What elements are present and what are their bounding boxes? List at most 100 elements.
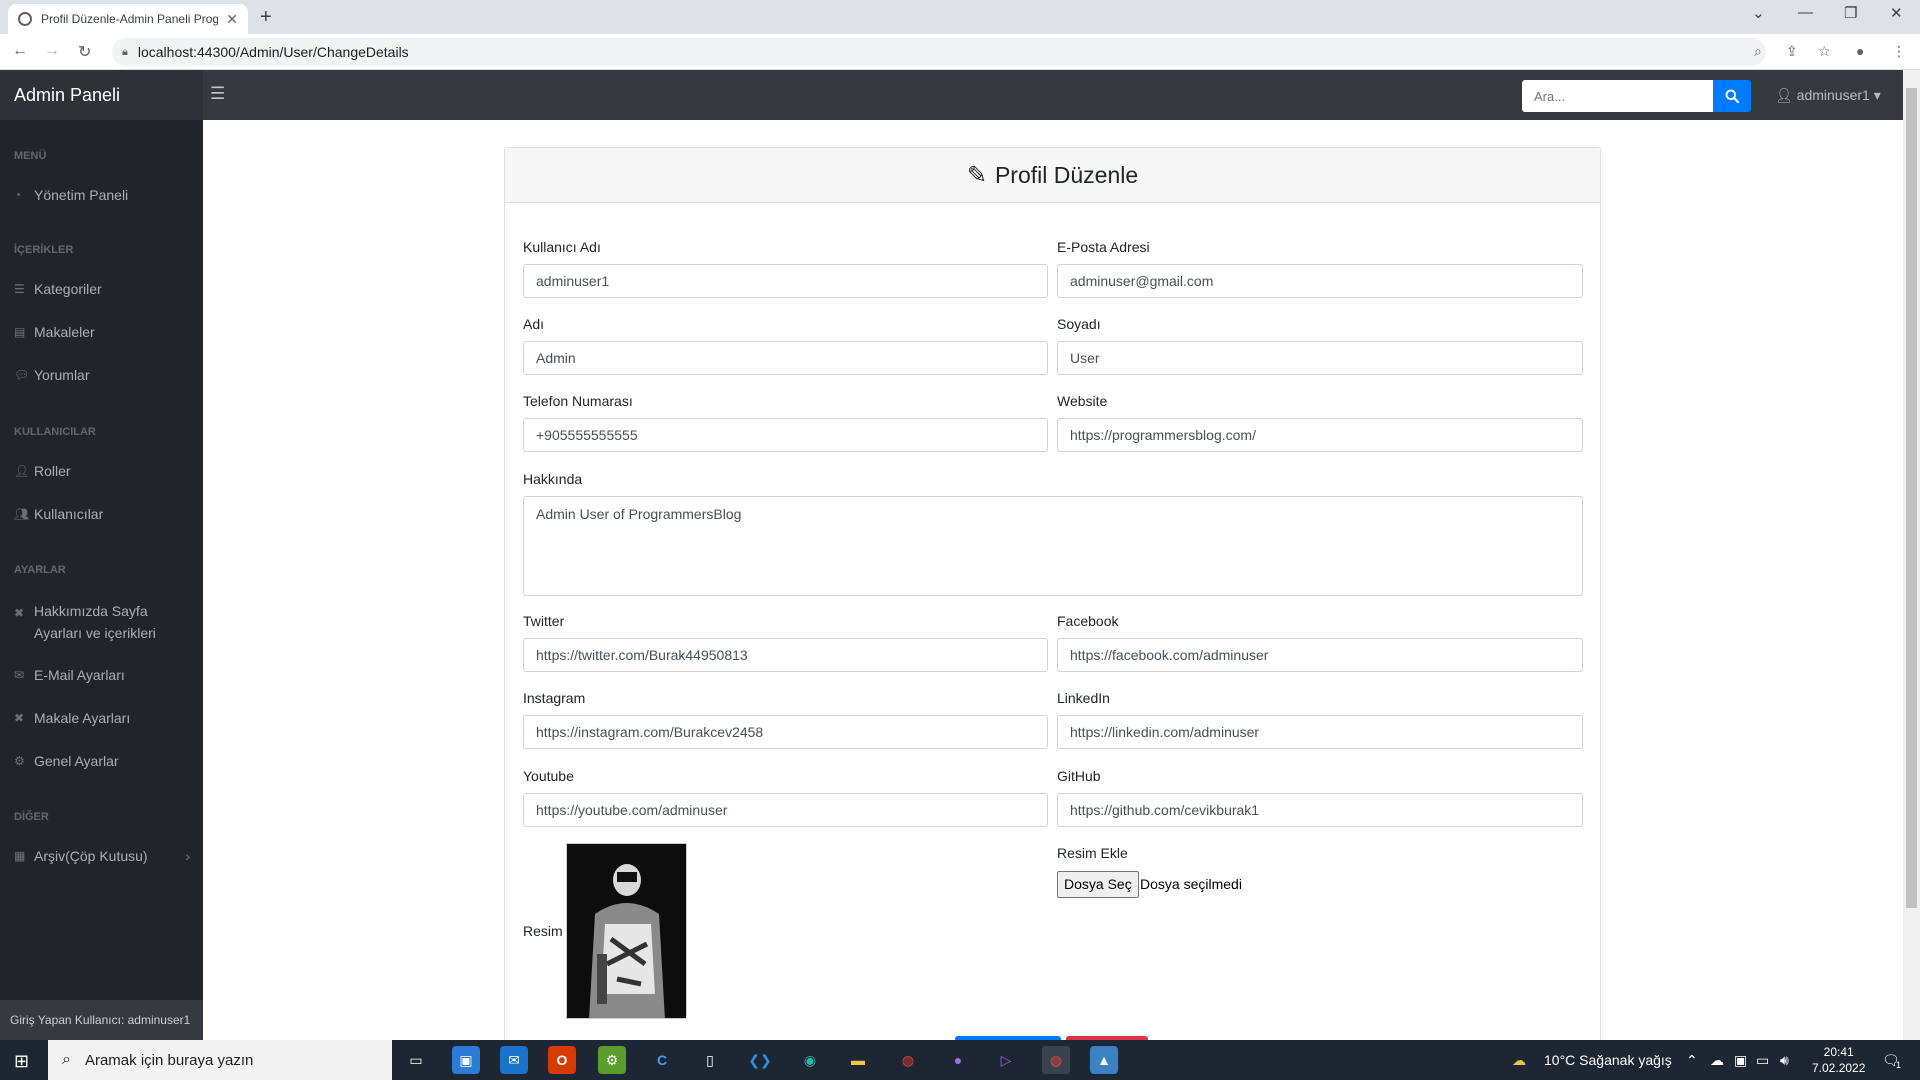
onedrive-icon[interactable]: ☁ (1710, 1052, 1724, 1069)
edit-icon: ✎ (966, 161, 987, 189)
instagram-input[interactable]: https://instagram.com/Burakcev2458 (523, 715, 1048, 749)
user-dropdown[interactable]: 👤︎ adminuser1 ▾ (1775, 87, 1881, 104)
browser-tab[interactable]: Profil Düzenle-Admin Paneli Prog ✕ (8, 4, 248, 34)
search-input[interactable] (1522, 80, 1714, 112)
github-icon[interactable]: ● (944, 1046, 972, 1074)
facebook-input[interactable]: https://facebook.com/adminuser (1057, 638, 1583, 672)
github-input[interactable]: https://github.com/cevikburak1 (1057, 793, 1583, 827)
sidebar-item-roles[interactable]: 👤︎ Roller (14, 460, 194, 482)
chrome-icon[interactable]: ◍ (894, 1046, 922, 1074)
list-icon: ☰ (14, 282, 25, 296)
taskbar-search[interactable]: ⌕ Aramak için buraya yazın (48, 1040, 392, 1080)
sidebar-item-users[interactable]: 👥︎ Kullanıcılar (14, 503, 194, 525)
sidebar-toggle-icon[interactable]: ☰ (210, 84, 225, 104)
sidebar-heading-menu: MENÜ (14, 150, 47, 162)
scrollbar-thumb[interactable] (1906, 88, 1917, 908)
sidebar-item-articles[interactable]: ▤ Makaleler (14, 321, 194, 343)
users-icon: 👥︎ (14, 507, 30, 521)
choose-file-button[interactable]: Dosya Seç (1057, 871, 1139, 898)
sidebar-item-dashboard[interactable]: ◔ Yönetim Paneli (14, 184, 194, 206)
twitter-input[interactable]: https://twitter.com/Burak44950813 (523, 638, 1048, 672)
user-tag-icon: 👤︎ (14, 464, 30, 478)
file-status-text: Dosya seçilmedi (1140, 876, 1242, 892)
windows-start-icon[interactable]: ⊞ (14, 1051, 29, 1072)
phone-input[interactable]: +905555555555 (523, 418, 1048, 452)
archive-icon: ▦ (14, 849, 26, 863)
chrome-active-icon[interactable]: ◍ (1042, 1046, 1070, 1074)
sidebar-item-label: Makaleler (34, 324, 95, 340)
sidebar-item-email-settings[interactable]: ✉ E-Mail Ayarları (14, 664, 194, 686)
sidebar-item-label: Yönetim Paneli (34, 187, 129, 203)
weather-text[interactable]: 10°C Sağanak yağış (1544, 1052, 1672, 1068)
first-name-input[interactable]: Admin (523, 341, 1048, 375)
back-icon[interactable]: ← (12, 42, 28, 60)
windows-taskbar: ⊞ ⌕ Aramak için buraya yazın ▭ ▣ ✉ O ⚙ C… (0, 1040, 1920, 1080)
tab-close-icon[interactable]: ✕ (226, 11, 238, 28)
sidebar-heading-settings: AYARLAR (14, 564, 66, 576)
edge-icon[interactable]: ◉ (796, 1046, 824, 1074)
tray-chevron-icon[interactable]: ⌃ (1686, 1052, 1698, 1069)
volume-icon[interactable]: 🔊︎ (1780, 1052, 1789, 1069)
page-scrollbar[interactable] (1903, 70, 1920, 1040)
comments-icon: 💬︎ (14, 368, 30, 382)
sidebar-item-label: Makale Ayarları (34, 710, 131, 726)
bookmark-star-icon[interactable]: ☆ (1818, 43, 1831, 60)
vscode-icon[interactable]: ❮❯ (746, 1046, 774, 1074)
sidebar-item-article-settings[interactable]: ✖ Makale Ayarları (14, 707, 194, 729)
sidebar-item-general-settings[interactable]: ⚙ Genel Ayarlar (14, 750, 194, 772)
mail-icon[interactable]: ✉ (500, 1046, 528, 1074)
profile-picture-image (567, 844, 686, 1018)
address-bar[interactable]: 🔒︎ localhost:44300/Admin/User/ChangeDeta… (112, 38, 1766, 66)
reload-icon[interactable]: ↻ (78, 42, 91, 62)
tools-icon: ✖ (14, 606, 25, 620)
website-input[interactable]: https://programmersblog.com/ (1057, 418, 1583, 452)
network-icon[interactable]: ▭ (1756, 1052, 1769, 1069)
linkedin-input[interactable]: https://linkedin.com/adminuser (1057, 715, 1583, 749)
clock[interactable]: 20:41 7.02.2022 (1812, 1044, 1865, 1076)
explorer-icon[interactable]: ▬ (844, 1046, 872, 1074)
username-input[interactable]: adminuser1 (523, 264, 1048, 298)
share-icon[interactable]: ⇪ (1786, 43, 1798, 60)
lock-icon[interactable]: 🔒︎ (122, 46, 128, 59)
last-name-label: Soyadı (1057, 316, 1101, 332)
profile-icon[interactable]: ● (1856, 43, 1864, 59)
visual-studio-icon[interactable]: ▷ (992, 1046, 1020, 1074)
new-tab-button[interactable]: + (260, 6, 272, 29)
twitter-label: Twitter (523, 613, 565, 629)
sidebar-item-comments[interactable]: 💬︎ Yorumlar (14, 364, 194, 386)
menu-kebab-icon[interactable]: ⋮ (1892, 43, 1906, 60)
restore-icon[interactable]: ❐ (1844, 4, 1857, 22)
card-header: ✎ Profil Düzenle (505, 148, 1600, 203)
ccleaner-icon[interactable]: C (648, 1046, 676, 1074)
linkedin-label: LinkedIn (1057, 690, 1110, 706)
office-icon[interactable]: O (548, 1046, 576, 1074)
taskbar-search-placeholder: Aramak için buraya yazın (84, 1051, 254, 1069)
github-label: GitHub (1057, 768, 1101, 784)
forward-icon[interactable]: → (44, 42, 60, 60)
app-tray-icon[interactable]: ▣ (1734, 1052, 1747, 1069)
last-name-input[interactable]: User (1057, 341, 1583, 375)
about-textarea[interactable]: Admin User of ProgrammersBlog (523, 496, 1583, 596)
youtube-input[interactable]: https://youtube.com/adminuser (523, 793, 1048, 827)
sidebar-item-about-settings[interactable]: ✖ Hakkımızda Sayfa Ayarları ve içerikler… (14, 600, 194, 644)
website-label: Website (1057, 393, 1108, 409)
store-icon[interactable]: ▣ (452, 1046, 480, 1074)
search-button[interactable] (1713, 80, 1751, 112)
close-window-icon[interactable]: ✕ (1890, 4, 1903, 22)
username-label: Kullanıcı Adı (523, 239, 601, 255)
photos-icon[interactable]: ▲ (1090, 1046, 1118, 1074)
sidebar-item-categories[interactable]: ☰ Kategoriler (14, 278, 194, 300)
task-view-icon[interactable]: ▭ (402, 1046, 430, 1074)
file-icon[interactable]: ▯ (696, 1046, 724, 1074)
zoom-icon[interactable]: ⌕ (1754, 43, 1762, 60)
sidebar-heading-contents: İÇERİKLER (14, 244, 74, 256)
weather-icon[interactable]: ☁ (1512, 1052, 1526, 1069)
app-icon[interactable]: ⚙ (598, 1046, 626, 1074)
sidebar-item-archive[interactable]: ▦ Arşiv(Çöp Kutusu) › (14, 845, 194, 867)
email-input[interactable]: adminuser@gmail.com (1057, 264, 1583, 298)
tab-search-icon[interactable]: ⌄ (1752, 4, 1765, 22)
minimize-icon[interactable]: — (1798, 4, 1813, 21)
phone-label: Telefon Numarası (523, 393, 633, 409)
brand-title[interactable]: Admin Paneli (0, 70, 203, 120)
user-name: adminuser1 (1796, 87, 1870, 103)
